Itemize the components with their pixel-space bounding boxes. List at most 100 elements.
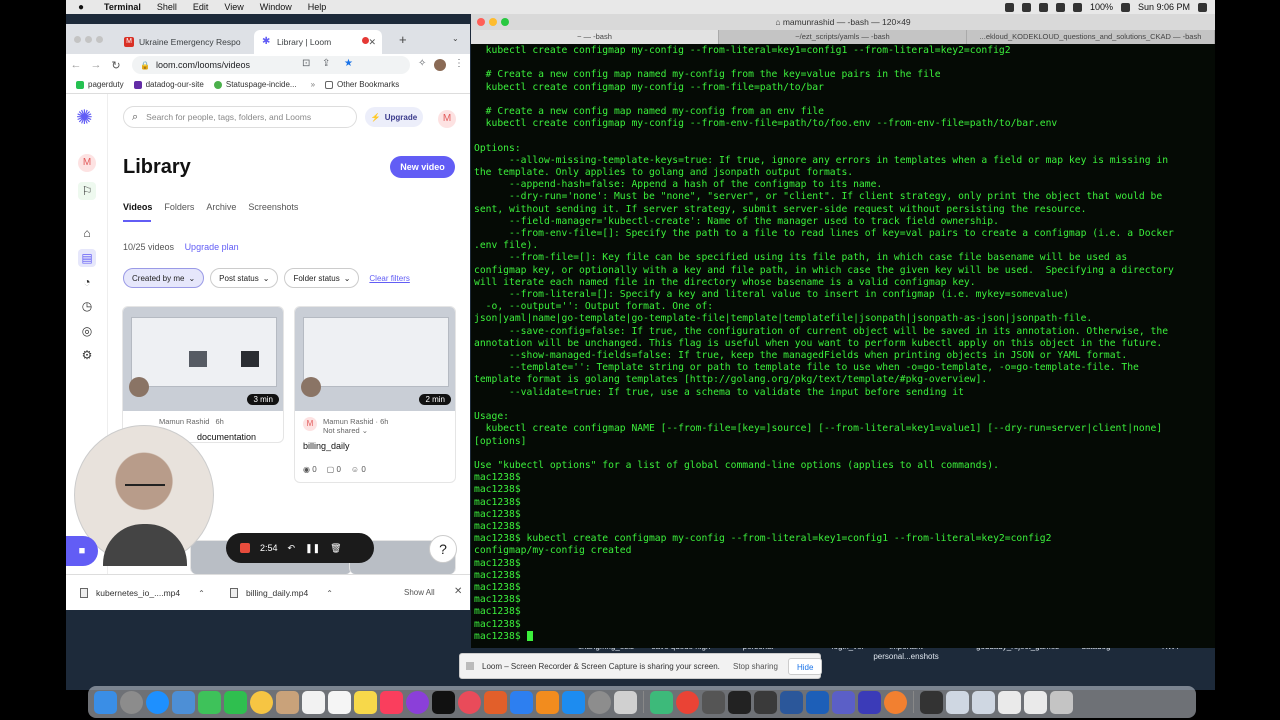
close-downloads-icon[interactable]: ✕ bbox=[454, 586, 462, 597]
firefox-icon[interactable] bbox=[884, 690, 907, 714]
menu-view[interactable]: View bbox=[216, 2, 251, 12]
menu-help[interactable]: Help bbox=[300, 2, 335, 12]
upgrade-plan-link[interactable]: Upgrade plan bbox=[185, 242, 239, 252]
share-icon[interactable]: ⇪ bbox=[322, 58, 330, 69]
loom-search-input[interactable]: ⌕ Search for people, tags, folders, and … bbox=[123, 106, 357, 128]
activity-icon[interactable] bbox=[650, 690, 673, 714]
user-avatar[interactable]: M bbox=[438, 108, 456, 128]
chrome-icon[interactable] bbox=[676, 690, 699, 714]
news-icon[interactable] bbox=[458, 690, 481, 714]
video-title[interactable]: billing_daily bbox=[295, 441, 455, 451]
menu-edit[interactable]: Edit bbox=[185, 2, 217, 12]
tv-icon[interactable] bbox=[432, 690, 455, 714]
vpn-icon[interactable] bbox=[858, 690, 881, 714]
home-icon[interactable]: ⌂ bbox=[78, 224, 96, 242]
zoom-window-icon[interactable] bbox=[96, 36, 103, 43]
video-thumbnail[interactable]: 2 min bbox=[295, 307, 455, 411]
terminal-tab[interactable]: ~/ezt_scripts/yamls — -bash bbox=[719, 30, 967, 44]
gift-icon[interactable]: ⚐ bbox=[78, 182, 96, 200]
tab-screenshots[interactable]: Screenshots bbox=[248, 202, 298, 212]
notes-icon[interactable] bbox=[354, 690, 377, 714]
upgrade-button[interactable]: ⚡ Upgrade bbox=[365, 107, 423, 127]
keynote-icon[interactable] bbox=[510, 690, 533, 714]
browser-menu-icon[interactable]: ⋮ bbox=[454, 58, 464, 69]
contacts-icon[interactable] bbox=[276, 690, 299, 714]
bookmark-pagerduty[interactable]: pagerduty bbox=[76, 80, 124, 89]
zoom-window-icon[interactable] bbox=[501, 18, 509, 26]
stop-sharing-button[interactable]: Stop sharing bbox=[725, 658, 786, 675]
calendar-icon[interactable] bbox=[302, 690, 325, 714]
terminal-tab[interactable]: ~ — -bash bbox=[471, 30, 719, 44]
stop-recording-icon[interactable] bbox=[240, 543, 250, 553]
back-icon[interactable]: ← bbox=[66, 59, 86, 71]
forward-icon[interactable]: → bbox=[86, 59, 106, 71]
address-bar[interactable]: 🔒 loom.com/looms/videos bbox=[132, 56, 410, 74]
reload-icon[interactable]: ↻ bbox=[106, 59, 126, 72]
download-item[interactable]: billing_daily.mp4 ⌃ bbox=[230, 588, 333, 598]
download-item[interactable]: kubernetes_io_....mp4 ⌃ bbox=[80, 588, 205, 598]
launchpad-icon[interactable] bbox=[120, 690, 143, 714]
show-all-button[interactable]: Show All bbox=[404, 588, 435, 597]
tab-videos[interactable]: Videos bbox=[123, 202, 152, 212]
profile-avatar[interactable] bbox=[434, 59, 446, 71]
document-icon[interactable] bbox=[972, 690, 995, 714]
terminal-tab[interactable]: ...ekloud_KODEKLOUD_questions_and_soluti… bbox=[967, 30, 1215, 44]
recorder-icon[interactable] bbox=[1021, 2, 1031, 12]
flag-icon[interactable] bbox=[1038, 2, 1048, 12]
photo-booth-icon[interactable] bbox=[702, 690, 725, 714]
app-store-icon[interactable] bbox=[562, 690, 585, 714]
install-icon[interactable]: ⊡ bbox=[302, 58, 310, 69]
document-icon[interactable] bbox=[920, 690, 943, 714]
menu-window[interactable]: Window bbox=[252, 2, 300, 12]
sharing-status[interactable]: Not shared bbox=[323, 426, 360, 435]
terminal-output[interactable]: kubectl create configmap my-config --fro… bbox=[474, 45, 1215, 648]
video-card[interactable]: 3 min Mamun Rashid 6h documentation bbox=[122, 306, 284, 443]
search-icon[interactable] bbox=[1198, 2, 1207, 12]
roblox-icon[interactable] bbox=[614, 690, 637, 714]
battery-icon[interactable] bbox=[1120, 2, 1130, 12]
minimize-window-icon[interactable] bbox=[85, 36, 92, 43]
tab-folders[interactable]: Folders bbox=[164, 202, 194, 212]
document-icon[interactable] bbox=[1024, 690, 1047, 714]
terminal-icon[interactable] bbox=[728, 690, 751, 714]
globe-icon[interactable]: ◎ bbox=[78, 322, 96, 340]
menu-shell[interactable]: Shell bbox=[149, 2, 185, 12]
teams-icon[interactable] bbox=[832, 690, 855, 714]
bookmark-star-icon[interactable]: ★ bbox=[344, 58, 353, 69]
tab-ukraine[interactable]: M Ukraine Emergency Respo bbox=[116, 30, 254, 54]
menubar-clock[interactable]: Sun 9:06 PM bbox=[1138, 2, 1190, 12]
loom-logo-icon[interactable]: ✺ bbox=[76, 108, 93, 128]
numbers-icon[interactable] bbox=[484, 690, 507, 714]
close-window-icon[interactable] bbox=[477, 18, 485, 26]
podcasts-icon[interactable] bbox=[406, 690, 429, 714]
video-card[interactable]: 2 min M Mamun Rashid · 6h Not shared ⌄ b… bbox=[294, 306, 456, 483]
close-tab-icon[interactable]: ✕ bbox=[368, 37, 376, 48]
help-button[interactable]: ? bbox=[429, 535, 457, 563]
bookmark-datadog[interactable]: datadog-our-site bbox=[133, 80, 204, 89]
history-icon[interactable]: ◷ bbox=[78, 297, 96, 315]
finder-icon[interactable] bbox=[94, 690, 117, 714]
minimize-window-icon[interactable] bbox=[489, 18, 497, 26]
messages-icon[interactable] bbox=[198, 690, 221, 714]
wifi-icon[interactable] bbox=[1072, 2, 1082, 12]
close-window-icon[interactable] bbox=[74, 36, 81, 43]
reminders-icon[interactable] bbox=[328, 690, 351, 714]
chevron-up-icon[interactable]: ⌃ bbox=[326, 589, 333, 598]
xcode-icon[interactable] bbox=[806, 690, 829, 714]
facetime-icon[interactable] bbox=[224, 690, 247, 714]
video-thumbnail[interactable]: 3 min bbox=[123, 307, 283, 411]
app-icon[interactable] bbox=[754, 690, 777, 714]
camera-toggle-icon[interactable]: ■ bbox=[66, 536, 98, 566]
new-tab-icon[interactable]: + bbox=[399, 32, 407, 47]
extensions-icon[interactable]: ✧ bbox=[418, 58, 426, 69]
document-icon[interactable] bbox=[946, 690, 969, 714]
apple-icon[interactable]: ● bbox=[66, 2, 96, 13]
bookmark-statuspage[interactable]: Statuspage-incide... bbox=[213, 80, 297, 89]
preview-icon[interactable] bbox=[172, 690, 195, 714]
url-text[interactable]: loom.com/looms/videos bbox=[156, 60, 250, 70]
lock-icon[interactable]: 🔒 bbox=[140, 61, 150, 70]
battery-level[interactable]: 100% bbox=[1090, 2, 1113, 12]
system-preferences-icon[interactable] bbox=[588, 690, 611, 714]
chevron-up-icon[interactable]: ⌃ bbox=[198, 589, 205, 598]
bluetooth-icon[interactable] bbox=[1055, 2, 1065, 12]
